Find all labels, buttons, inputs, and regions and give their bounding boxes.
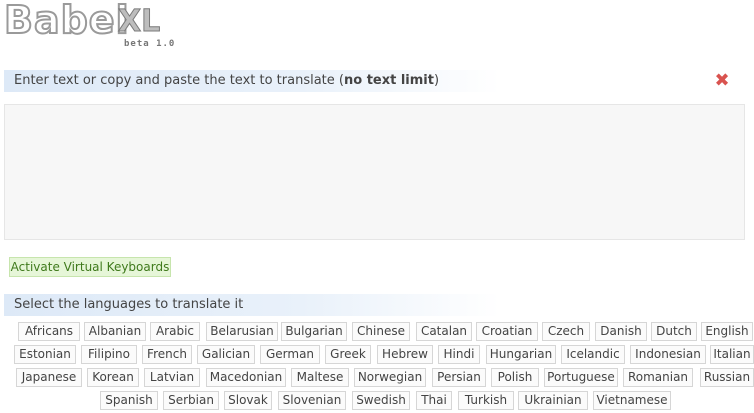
language-option[interactable]: Russian: [700, 368, 754, 387]
language-option[interactable]: Slovak: [224, 391, 272, 410]
language-option[interactable]: Macedonian: [206, 368, 286, 387]
language-row: Spanish Serbian Slovak Slovenian Swedish…: [0, 391, 754, 410]
language-option[interactable]: Norwegian: [354, 368, 426, 387]
language-option[interactable]: Thai: [416, 391, 452, 410]
language-option[interactable]: Hebrew: [377, 345, 433, 364]
language-row: Estonian Filipino French Galician German…: [0, 345, 754, 364]
language-option[interactable]: Icelandic: [561, 345, 625, 364]
language-option[interactable]: Albanian: [84, 322, 146, 341]
language-option[interactable]: Portuguese: [544, 368, 618, 387]
language-option[interactable]: Persian: [432, 368, 486, 387]
language-option[interactable]: Serbian: [163, 391, 219, 410]
language-option[interactable]: Latvian: [144, 368, 200, 387]
language-option[interactable]: Filipino: [81, 345, 137, 364]
language-option[interactable]: Galician: [197, 345, 255, 364]
language-option[interactable]: Hindi: [438, 345, 480, 364]
translate-text-input[interactable]: [4, 104, 745, 240]
language-row: Japanese Korean Latvian Macedonian Malte…: [0, 368, 754, 387]
language-option[interactable]: Japanese: [16, 368, 82, 387]
logo-xl: XL: [117, 4, 161, 40]
logo: Babel XL beta 1.0: [3, 0, 184, 50]
language-option[interactable]: Estonian: [14, 345, 76, 364]
logo-version: beta 1.0: [124, 39, 176, 49]
language-option[interactable]: Africans: [18, 322, 80, 341]
language-option[interactable]: Italian: [710, 345, 754, 364]
logo-text: Babel: [3, 0, 130, 43]
language-option[interactable]: Turkish: [458, 391, 514, 410]
language-option[interactable]: Greek: [325, 345, 371, 364]
language-option[interactable]: Spanish: [100, 391, 158, 410]
language-row: Africans Albanian Arabic Belarusian Bulg…: [0, 322, 754, 341]
language-option[interactable]: Catalan: [416, 322, 472, 341]
language-option[interactable]: Bulgarian: [281, 322, 347, 341]
language-option[interactable]: Arabic: [150, 322, 200, 341]
language-option[interactable]: Indonesian: [630, 345, 706, 364]
language-option[interactable]: Dutch: [651, 322, 697, 341]
language-option[interactable]: Chinese: [352, 322, 410, 341]
input-heading: Enter text or copy and paste the text to…: [4, 70, 500, 92]
language-option[interactable]: Danish: [595, 322, 647, 341]
activate-virtual-keyboards-button[interactable]: Activate Virtual Keyboards: [9, 257, 171, 277]
language-option[interactable]: Polish: [491, 368, 539, 387]
language-option[interactable]: Swedish: [352, 391, 410, 410]
language-option[interactable]: Belarusian: [206, 322, 278, 341]
languages-heading: Select the languages to translate it: [4, 294, 500, 316]
language-option[interactable]: Croatian: [476, 322, 538, 341]
language-option[interactable]: Ukrainian: [518, 391, 588, 410]
language-option[interactable]: Hungarian: [486, 345, 556, 364]
language-option[interactable]: Korean: [87, 368, 139, 387]
language-option[interactable]: Czech: [542, 322, 590, 341]
language-option[interactable]: Slovenian: [278, 391, 346, 410]
language-option[interactable]: English: [701, 322, 753, 341]
language-option[interactable]: Romanian: [623, 368, 693, 387]
language-option[interactable]: Vietnamese: [593, 391, 671, 410]
language-option[interactable]: Maltese: [291, 368, 349, 387]
language-option[interactable]: German: [260, 345, 320, 364]
close-icon[interactable]: ✖: [713, 72, 731, 90]
language-option[interactable]: French: [142, 345, 192, 364]
